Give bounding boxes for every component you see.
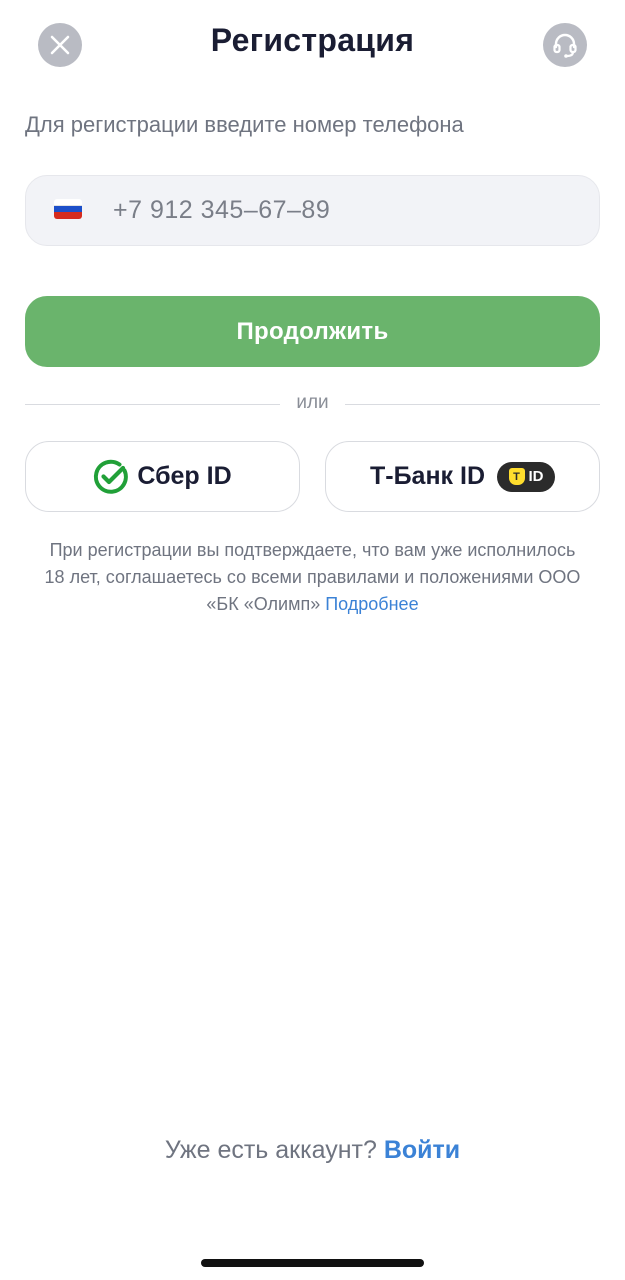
sber-id-label: Сбер ID (137, 462, 232, 490)
divider-text: или (296, 392, 329, 413)
phone-input[interactable] (113, 176, 573, 245)
continue-button[interactable]: Продолжить (25, 296, 600, 367)
sber-id-button[interactable]: Сбер ID (25, 441, 300, 512)
header: Регистрация (0, 0, 625, 90)
form-subtitle: Для регистрации введите номер телефона (25, 112, 464, 137)
footer: Уже есть аккаунт? Войти (0, 1136, 625, 1165)
footer-question: Уже есть аккаунт? (164, 1136, 377, 1164)
tbank-shield-icon: T (508, 468, 525, 485)
divider-line-left (25, 404, 280, 405)
more-link[interactable]: Подробнее (325, 594, 418, 614)
page-title: Регистрация (210, 22, 415, 58)
headset-icon (553, 33, 577, 58)
home-indicator (201, 1259, 424, 1267)
phone-field[interactable] (25, 175, 600, 246)
legal-text: При регистрации вы подтверждаете, что ва… (44, 540, 581, 614)
legal-notice: При регистрации вы подтверждаете, что ва… (40, 537, 585, 618)
russia-flag-icon[interactable] (54, 199, 82, 219)
tbank-id-badge: T ID (497, 461, 556, 492)
support-button[interactable] (543, 23, 587, 67)
login-link[interactable]: Войти (384, 1136, 460, 1164)
divider-line-right (345, 404, 600, 405)
tbank-badge-text: ID (528, 468, 544, 485)
tbank-id-label: Т-Банк ID (369, 462, 486, 490)
tbank-id-button[interactable]: Т-Банк ID T ID (325, 441, 600, 512)
sber-logo-icon (94, 459, 129, 494)
